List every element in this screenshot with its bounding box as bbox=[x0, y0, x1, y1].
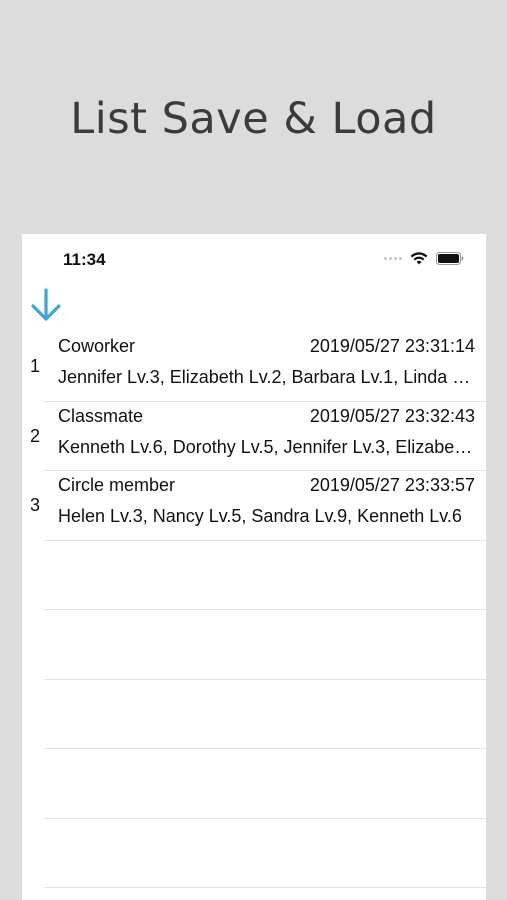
list-row[interactable]: 3 Circle member 2019/05/27 23:33:57 Hele… bbox=[22, 471, 486, 541]
load-button[interactable] bbox=[28, 286, 64, 326]
list-members: Jennifer Lv.3, Elizabeth Lv.2, Barbara L… bbox=[58, 367, 475, 387]
empty-row bbox=[22, 749, 486, 819]
list-date: 2019/05/27 23:32:43 bbox=[309, 405, 475, 426]
empty-row bbox=[22, 680, 486, 749]
status-icons bbox=[384, 252, 464, 265]
battery-icon bbox=[436, 252, 464, 265]
wifi-icon bbox=[410, 252, 428, 265]
list-members: Helen Lv.3, Nancy Lv.5, Sandra Lv.9, Ken… bbox=[58, 506, 462, 526]
toolbar bbox=[22, 284, 486, 332]
arrow-down-icon bbox=[31, 288, 61, 321]
list-date: 2019/05/27 23:31:14 bbox=[309, 336, 475, 356]
list-name: Circle member bbox=[58, 475, 176, 495]
saved-lists-table: 1 Coworker 2019/05/27 23:31:14 Jennifer … bbox=[22, 332, 486, 888]
row-index: 2 bbox=[30, 425, 41, 446]
empty-row bbox=[22, 610, 486, 680]
row-index: 1 bbox=[30, 356, 41, 376]
list-row[interactable]: 1 Coworker 2019/05/27 23:31:14 Jennifer … bbox=[22, 332, 486, 402]
status-bar: 11:34 bbox=[22, 234, 486, 284]
cellular-signal-icon bbox=[384, 257, 402, 260]
list-date: 2019/05/27 23:33:57 bbox=[309, 475, 475, 495]
list-name: Classmate bbox=[58, 405, 144, 426]
row-index: 3 bbox=[30, 495, 41, 515]
list-members: Kenneth Lv.6, Dorothy Lv.5, Jennifer Lv.… bbox=[58, 436, 475, 457]
empty-row bbox=[22, 819, 486, 888]
row-separator bbox=[44, 887, 486, 888]
list-row[interactable]: 2 Classmate 2019/05/27 23:32:43 Kenneth … bbox=[22, 402, 486, 471]
phone-screen: 11:34 1 Coworker 2019/05/27 23:31:14 Jen… bbox=[22, 234, 486, 900]
status-time: 11:34 bbox=[63, 250, 106, 269]
list-name: Coworker bbox=[58, 336, 136, 356]
empty-row bbox=[22, 541, 486, 610]
promo-title: List Save & Load bbox=[70, 94, 437, 144]
